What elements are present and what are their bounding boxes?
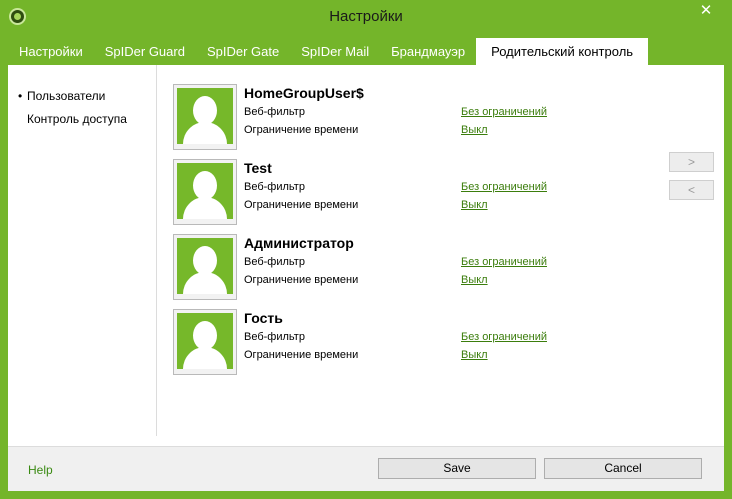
user-silhouette-icon: [177, 163, 233, 219]
user-silhouette-icon: [177, 313, 233, 369]
user-avatar[interactable]: [173, 159, 237, 225]
time-limit-label: Ограничение времени: [244, 349, 359, 361]
web-filter-link[interactable]: Без ограничений: [461, 256, 547, 268]
tab-firewall[interactable]: Брандмауэр: [380, 38, 476, 65]
sidebar: • Пользователи Контроль доступа: [8, 65, 157, 436]
web-filter-label: Веб-фильтр: [244, 256, 305, 268]
time-limit-link[interactable]: Выкл: [461, 274, 488, 286]
prev-page-button[interactable]: <: [669, 180, 714, 200]
next-page-button[interactable]: >: [669, 152, 714, 172]
window-title: Настройки: [329, 8, 403, 25]
web-filter-link[interactable]: Без ограничений: [461, 331, 547, 343]
selected-bullet: •: [18, 89, 23, 103]
user-name: HomeGroupUser$: [244, 85, 364, 101]
user-name: Администратор: [244, 235, 354, 251]
user-avatar[interactable]: [173, 309, 237, 375]
save-button[interactable]: Save: [378, 458, 536, 479]
sidebar-item-access-control[interactable]: Контроль доступа: [18, 112, 127, 126]
tab-bar: Настройки SpIDer Guard SpIDer Gate SpIDe…: [8, 38, 649, 65]
user-silhouette-icon: [177, 238, 233, 294]
settings-window: Настройки ✕ Настройки SpIDer Guard SpIDe…: [0, 0, 732, 499]
user-card: Администратор Веб-фильтр Без ограничений…: [173, 234, 593, 300]
cancel-button[interactable]: Cancel: [544, 458, 702, 479]
time-limit-link[interactable]: Выкл: [461, 349, 488, 361]
user-silhouette-icon: [177, 88, 233, 144]
time-limit-label: Ограничение времени: [244, 199, 359, 211]
sidebar-item-users[interactable]: • Пользователи: [18, 89, 105, 103]
web-filter-link[interactable]: Без ограничений: [461, 106, 547, 118]
title-bar: Настройки ✕: [0, 0, 732, 34]
tab-parental-control[interactable]: Родительский контроль: [476, 38, 649, 65]
user-card: Гость Веб-фильтр Без ограничений Огранич…: [173, 309, 593, 375]
web-filter-label: Веб-фильтр: [244, 181, 305, 193]
time-limit-link[interactable]: Выкл: [461, 124, 488, 136]
tab-settings[interactable]: Настройки: [8, 38, 94, 65]
web-filter-link[interactable]: Без ограничений: [461, 181, 547, 193]
time-limit-label: Ограничение времени: [244, 274, 359, 286]
user-list: HomeGroupUser$ Веб-фильтр Без ограничени…: [173, 84, 593, 384]
tab-spider-mail[interactable]: SpIDer Mail: [290, 38, 380, 65]
footer-bar: Help Save Cancel: [8, 446, 724, 491]
web-filter-label: Веб-фильтр: [244, 331, 305, 343]
user-name: Test: [244, 160, 272, 176]
sidebar-item-label: Контроль доступа: [27, 112, 127, 126]
user-card: Test Веб-фильтр Без ограничений Ограниче…: [173, 159, 593, 225]
web-filter-label: Веб-фильтр: [244, 106, 305, 118]
content-panel: • Пользователи Контроль доступа HomeGroup…: [8, 65, 724, 446]
user-card: HomeGroupUser$ Веб-фильтр Без ограничени…: [173, 84, 593, 150]
sidebar-item-label: Пользователи: [27, 89, 106, 103]
time-limit-link[interactable]: Выкл: [461, 199, 488, 211]
tab-spider-gate[interactable]: SpIDer Gate: [196, 38, 290, 65]
close-button[interactable]: ✕: [688, 0, 724, 22]
help-link[interactable]: Help: [28, 463, 53, 477]
user-avatar[interactable]: [173, 234, 237, 300]
user-name: Гость: [244, 310, 283, 326]
time-limit-label: Ограничение времени: [244, 124, 359, 136]
tab-spider-guard[interactable]: SpIDer Guard: [94, 38, 196, 65]
user-avatar[interactable]: [173, 84, 237, 150]
